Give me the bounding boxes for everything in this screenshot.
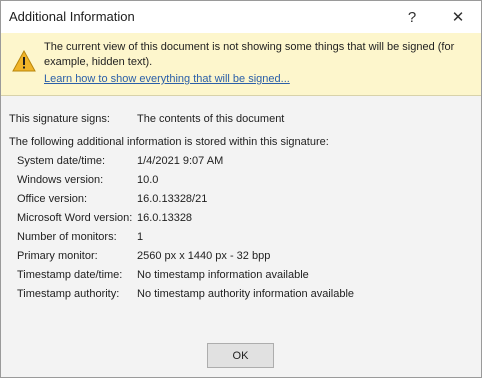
info-value: 2560 px x 1440 px - 32 bpp xyxy=(137,250,271,262)
info-label: Timestamp authority: xyxy=(17,288,120,300)
signs-label: This signature signs: xyxy=(9,113,110,125)
warning-message: The current view of this document is not… xyxy=(44,41,455,68)
info-value: 16.0.13328 xyxy=(137,212,193,224)
info-value: 10.0 xyxy=(137,174,159,186)
info-row: Microsoft Word version: 16.0.13328 xyxy=(1,212,481,230)
title-bar: Additional Information ? ✕ xyxy=(1,1,481,33)
info-value: 16.0.13328/21 xyxy=(137,193,208,205)
signs-row: This signature signs: The contents of th… xyxy=(1,113,481,131)
additional-information-dialog: Additional Information ? ✕ The current v… xyxy=(0,0,482,378)
info-label: Number of monitors: xyxy=(17,231,117,243)
signs-value: The contents of this document xyxy=(137,113,285,125)
warning-icon xyxy=(12,50,36,72)
info-value: No timestamp authority information avail… xyxy=(137,288,355,300)
info-value: No timestamp information available xyxy=(137,269,309,281)
info-label: Microsoft Word version: xyxy=(17,212,133,224)
info-value: 1/4/2021 9:07 AM xyxy=(137,155,224,167)
ok-button[interactable]: OK xyxy=(207,343,274,368)
info-row: System date/time: 1/4/2021 9:07 AM xyxy=(1,155,481,173)
info-label: Office version: xyxy=(17,193,88,205)
info-row: Timestamp authority: No timestamp author… xyxy=(1,288,481,306)
dialog-title: Additional Information xyxy=(9,9,135,24)
close-icon: ✕ xyxy=(451,9,465,26)
info-label: Timestamp date/time: xyxy=(17,269,123,281)
info-row: Number of monitors: 1 xyxy=(1,231,481,249)
help-button[interactable]: ? xyxy=(398,5,426,29)
info-label: System date/time: xyxy=(17,155,106,167)
info-row: Windows version: 10.0 xyxy=(1,174,481,192)
info-row: Timestamp date/time: No timestamp inform… xyxy=(1,269,481,287)
info-row: Office version: 16.0.13328/21 xyxy=(1,193,481,211)
help-icon: ? xyxy=(407,8,417,26)
info-value: 1 xyxy=(137,231,144,243)
info-heading: The following additional information is … xyxy=(9,136,329,148)
close-button[interactable]: ✕ xyxy=(444,5,472,29)
warning-banner: The current view of this document is not… xyxy=(1,33,481,96)
info-label: Windows version: xyxy=(17,174,104,186)
info-label: Primary monitor: xyxy=(17,250,98,262)
learn-more-link[interactable]: Learn how to show everything that will b… xyxy=(44,73,290,85)
info-row: Primary monitor: 2560 px x 1440 px - 32 … xyxy=(1,250,481,268)
